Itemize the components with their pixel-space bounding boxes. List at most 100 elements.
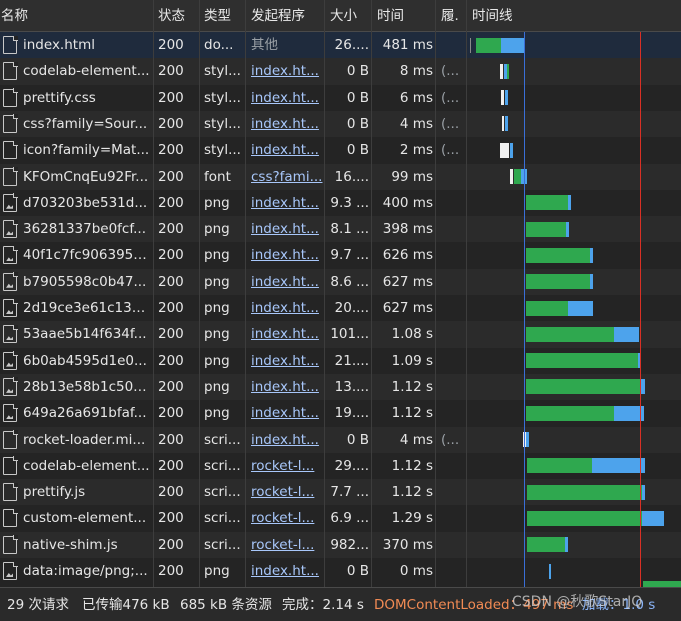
request-fulfilled <box>441 479 465 505</box>
request-name[interactable]: KFOmCnqEu92Fr... <box>23 164 151 190</box>
request-initiator[interactable]: index.ht... <box>251 216 323 242</box>
request-initiator[interactable]: css?fami... <box>251 164 323 190</box>
column-header-fulfilled[interactable]: 履. <box>441 0 465 32</box>
request-initiator[interactable]: index.ht... <box>251 111 323 137</box>
request-status: 200 <box>158 142 184 159</box>
request-status: 200 <box>158 168 184 185</box>
request-time: 1.08 s <box>391 326 433 343</box>
request-size: 13.... <box>334 378 369 395</box>
request-initiator[interactable]: index.ht... <box>251 190 323 216</box>
column-header-type[interactable]: 类型 <box>204 0 246 32</box>
request-initiator[interactable]: index.ht... <box>251 374 323 400</box>
request-size: 29.... <box>334 457 369 474</box>
request-initiator[interactable]: index.ht... <box>251 242 323 268</box>
request-time: 99 ms <box>391 168 433 185</box>
request-name[interactable]: codelab-element... <box>23 58 151 84</box>
image-file-icon <box>3 298 18 317</box>
request-type: png <box>204 352 230 369</box>
request-name[interactable]: b7905598c0b47... <box>23 269 151 295</box>
request-initiator[interactable]: index.ht... <box>251 400 323 426</box>
request-name[interactable]: 36281337be0fcf... <box>23 216 151 242</box>
request-name[interactable]: css?family=Sour... <box>23 111 151 137</box>
request-status: 200 <box>158 247 184 264</box>
request-initiator[interactable]: index.ht... <box>251 321 323 347</box>
request-fulfilled <box>441 190 465 216</box>
waterfall-bar <box>527 510 642 526</box>
column-header-name[interactable]: 名称 <box>1 0 151 32</box>
request-time: 6 ms <box>399 89 433 106</box>
request-name[interactable]: rocket-loader.mi... <box>23 427 151 453</box>
request-size: 8.6 ... <box>330 273 369 290</box>
request-initiator[interactable]: rocket-l... <box>251 532 323 558</box>
column-header-time[interactable]: 时间 <box>377 0 433 32</box>
requests-count: 29 次请求 <box>7 597 69 613</box>
request-initiator[interactable]: index.ht... <box>251 348 323 374</box>
request-status: 200 <box>158 431 184 448</box>
request-size: 7.7 ... <box>330 484 369 501</box>
column-header-initiator[interactable]: 发起程序 <box>251 0 323 32</box>
domcontentloaded-marker <box>524 32 525 587</box>
waterfall-bar <box>642 484 645 500</box>
column-divider[interactable] <box>371 0 372 587</box>
request-fulfilled <box>441 374 465 400</box>
network-panel: 名称 状态 类型 发起程序 大小 时间 履. 时间线 index.html 200… <box>0 0 681 621</box>
request-name[interactable]: icon?family=Mat... <box>23 137 151 163</box>
column-divider[interactable] <box>199 0 200 587</box>
request-initiator[interactable]: index.ht... <box>251 295 323 321</box>
request-name[interactable]: d703203be531d... <box>23 190 151 216</box>
waterfall-timeline[interactable] <box>467 32 681 587</box>
waterfall-bar <box>470 37 471 53</box>
request-initiator[interactable]: rocket-l... <box>251 479 323 505</box>
request-fulfilled <box>441 558 465 584</box>
request-time: 1.12 s <box>391 484 433 501</box>
request-type: png <box>204 300 230 316</box>
request-name[interactable]: prettify.css <box>23 85 151 111</box>
request-status: 200 <box>158 326 184 343</box>
request-name[interactable]: custom-element... <box>23 505 151 531</box>
request-initiator[interactable]: index.ht... <box>251 58 323 84</box>
request-initiator[interactable]: rocket-l... <box>251 453 323 479</box>
request-status: 200 <box>158 300 184 316</box>
request-name[interactable]: 2d19ce3e61c132... <box>23 295 151 321</box>
file-icon <box>3 167 18 186</box>
request-fulfilled <box>441 532 465 558</box>
column-header-status[interactable]: 状态 <box>158 0 200 32</box>
column-header-waterfall[interactable]: 时间线 <box>472 0 672 32</box>
request-time: 627 ms <box>382 300 433 316</box>
request-initiator[interactable]: index.ht... <box>251 427 323 453</box>
request-name[interactable]: native-shim.js <box>23 532 151 558</box>
request-status: 200 <box>158 563 184 579</box>
column-divider[interactable] <box>324 0 325 587</box>
request-name[interactable]: prettify.js <box>23 479 151 505</box>
waterfall-bar <box>592 458 645 474</box>
waterfall-bar <box>614 326 639 342</box>
request-name[interactable]: index.html <box>23 32 151 58</box>
column-divider[interactable] <box>245 0 246 587</box>
column-divider[interactable] <box>435 0 436 587</box>
request-name[interactable]: 53aae5b14f634f... <box>23 321 151 347</box>
request-size: 19.... <box>334 405 369 422</box>
request-type: scri... <box>204 431 241 448</box>
watermark: CSDN @秋歌StarJQ <box>512 594 643 610</box>
request-time: 398 ms <box>382 221 433 238</box>
request-initiator[interactable]: index.ht... <box>251 137 323 163</box>
waterfall-bar <box>590 247 593 263</box>
request-initiator[interactable]: index.ht... <box>251 269 323 295</box>
column-divider[interactable] <box>153 0 154 587</box>
request-type: png <box>204 563 230 579</box>
request-initiator[interactable]: rocket-l... <box>251 505 323 531</box>
request-name[interactable]: 28b13e58b1c50c... <box>23 374 151 400</box>
file-icon <box>3 114 18 133</box>
column-header-size[interactable]: 大小 <box>330 0 370 32</box>
waterfall-bar <box>501 90 504 106</box>
request-name[interactable]: 649a26a691bfaf... <box>23 400 151 426</box>
waterfall-bar <box>526 405 614 421</box>
request-name[interactable]: data:image/png;... <box>23 558 151 584</box>
request-name[interactable]: 40f1c7fc9063959... <box>23 242 151 268</box>
request-name[interactable]: codelab-element... <box>23 453 151 479</box>
request-initiator[interactable]: index.ht... <box>251 85 323 111</box>
request-name[interactable]: 6b0ab4595d1e0... <box>23 348 151 374</box>
request-status: 200 <box>158 352 184 369</box>
request-initiator[interactable]: index.ht... <box>251 558 323 584</box>
request-fulfilled: (... <box>441 89 460 106</box>
